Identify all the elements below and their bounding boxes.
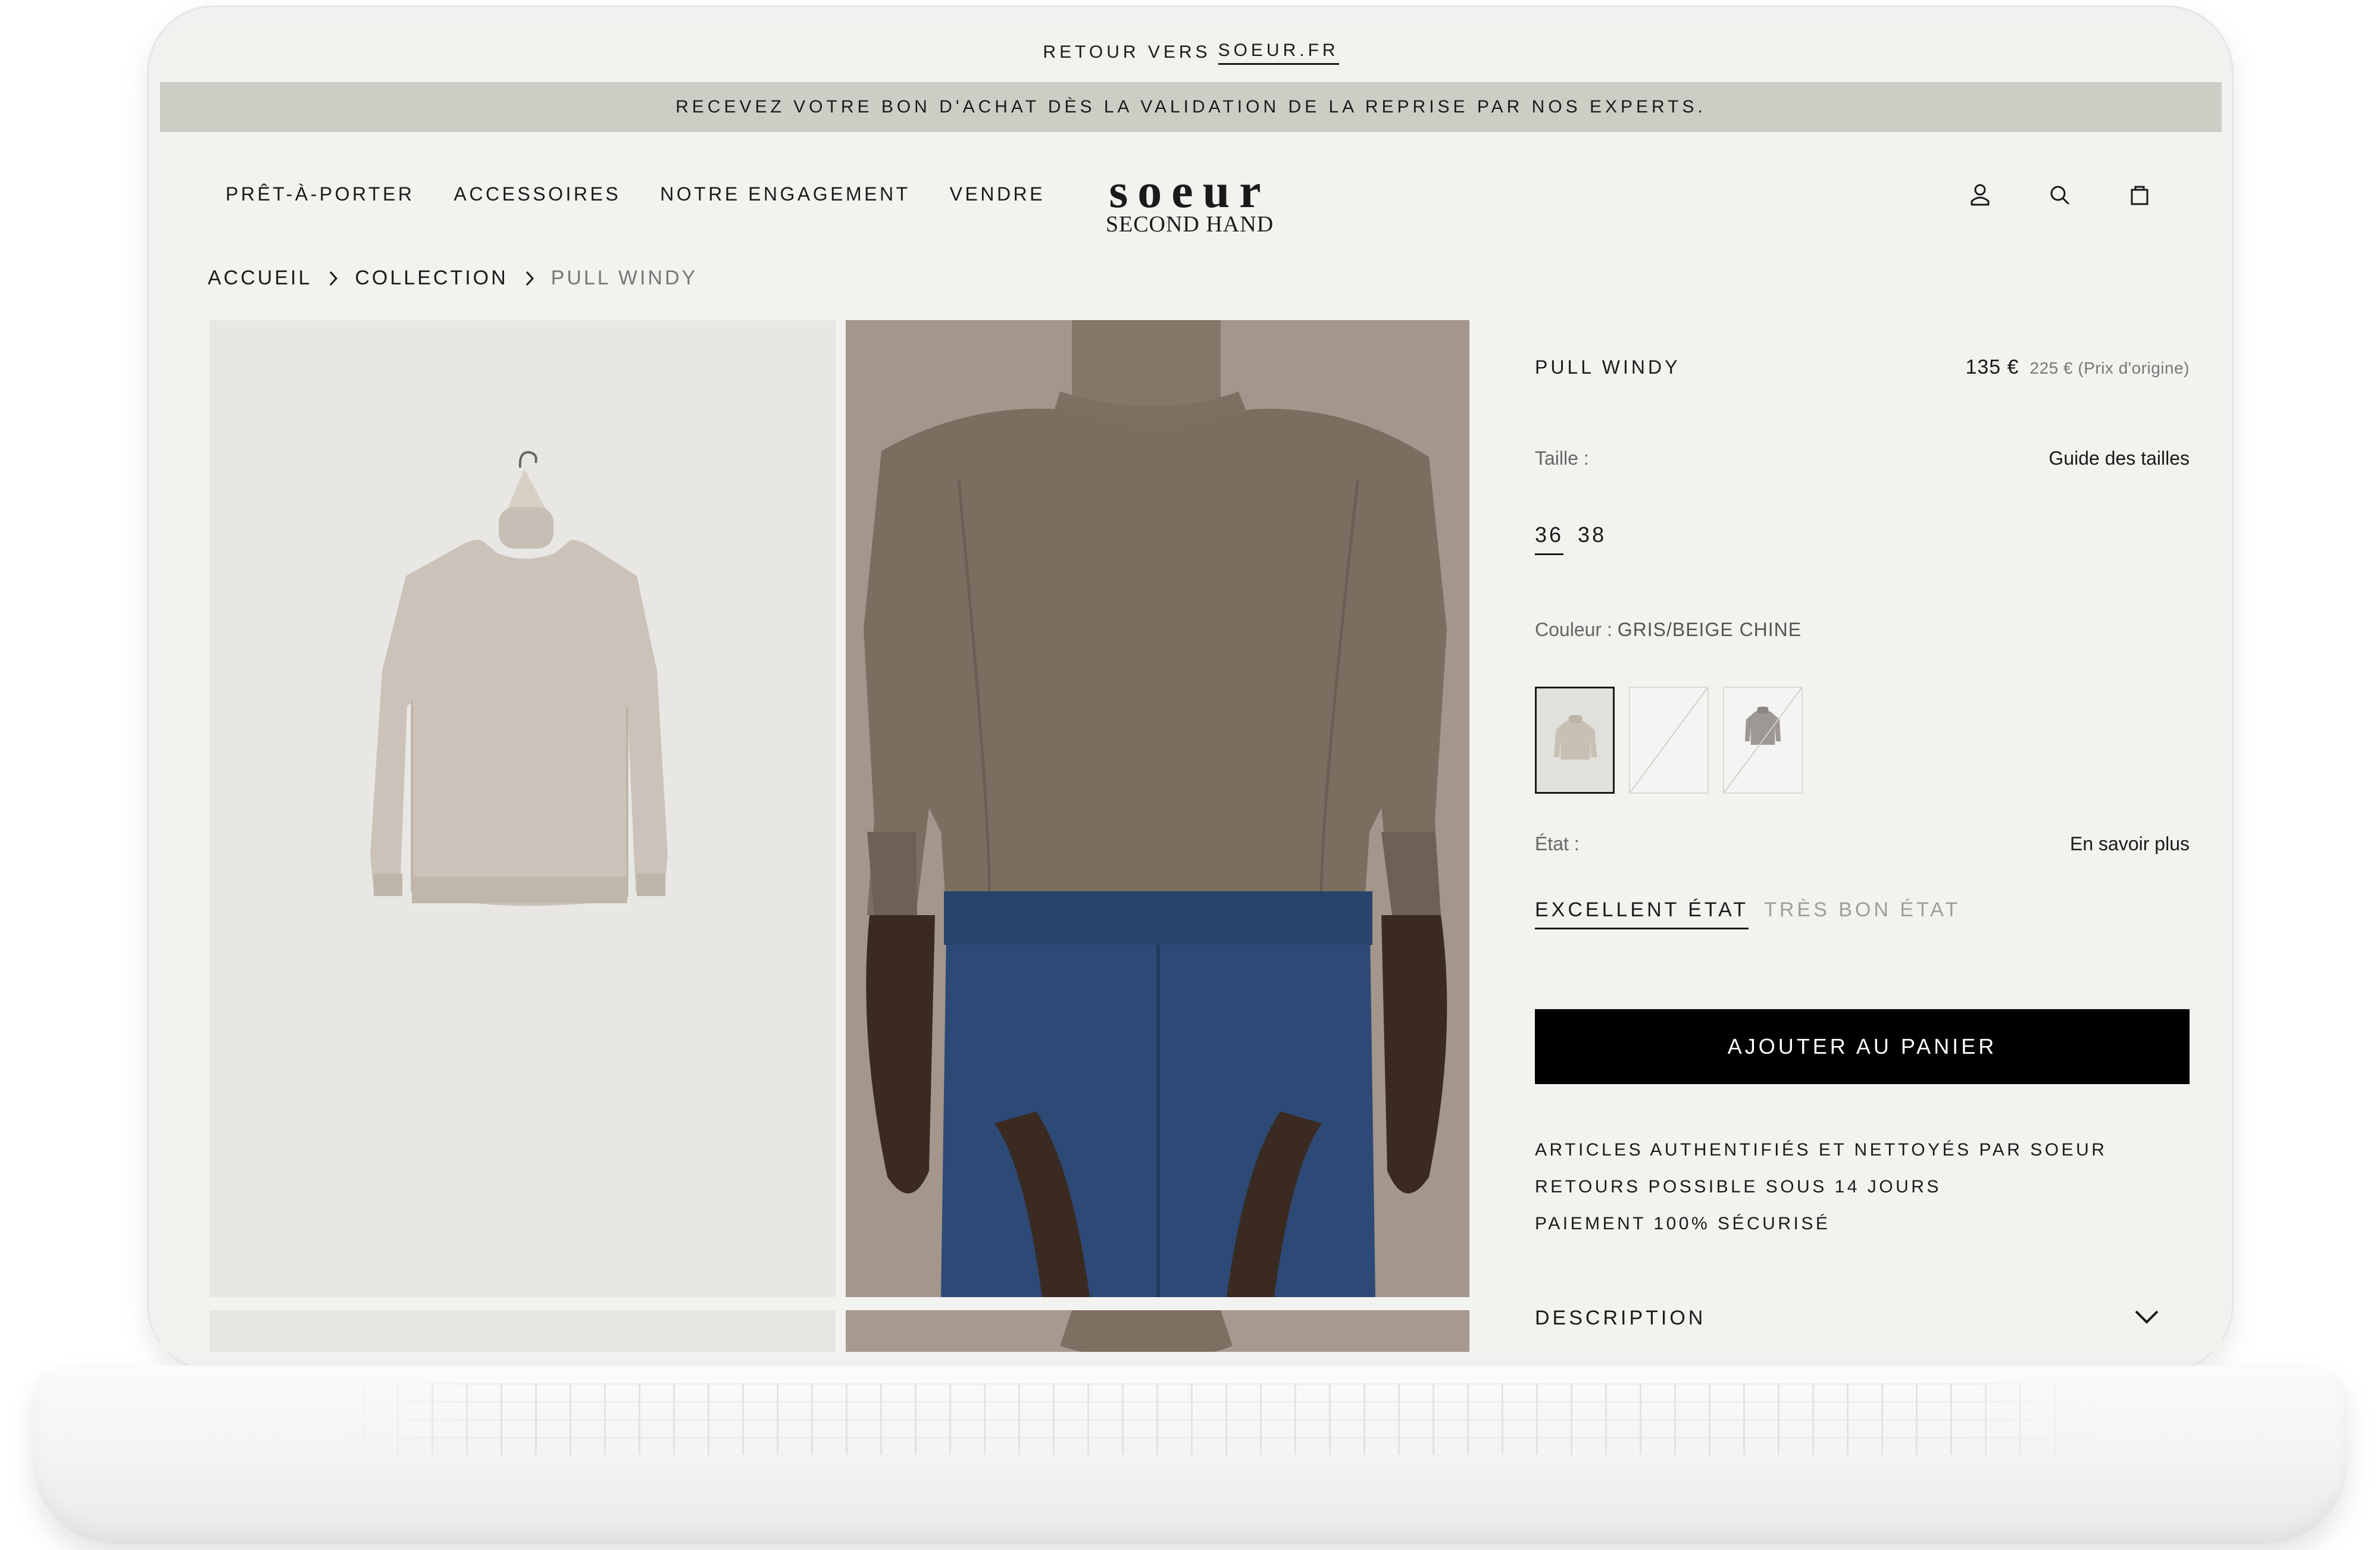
color-value: GRIS/BEIGE CHINE [1617,619,1802,640]
unavailable-slash-icon [1724,688,1802,793]
promo-text: RECEVEZ VOTRE BON D'ACHAT DÈS LA VALIDAT… [675,97,1706,117]
description-accordion[interactable]: DESCRIPTION [1535,1302,2190,1352]
return-link[interactable]: SOEUR.FR [1218,40,1339,65]
return-text: RETOUR VERS [1043,42,1211,62]
color-swatch-gris-unavailable[interactable] [1723,687,1803,794]
product-original-price: 225 € (Prix d'origine) [2029,359,2190,377]
size-options: 36 38 [1535,522,1606,555]
product-name: PULL WINDY [1535,356,1681,378]
unavailable-slash-icon [1630,688,1707,793]
nav-link-vendre[interactable]: VENDRE [950,183,1045,205]
breadcrumb-home[interactable]: ACCUEIL [208,267,312,290]
logo-subtitle: SECOND HAND [1105,212,1274,237]
site-logo[interactable]: soeur SECOND HAND [1089,167,1291,236]
laptop-keyboard [342,1383,2098,1455]
product-header: PULL WINDY 135 € 225 € (Prix d'origine) [1535,356,2190,379]
size-header: Taille : Guide des tailles [1535,447,2190,469]
product-image-hanger[interactable] [209,320,836,1297]
size-guide-link[interactable]: Guide des tailles [2049,447,2190,469]
condition-label: État : [1535,833,1580,854]
assurances-list: ARTICLES AUTHENTIFIÉS ET NETTOYÉS PAR SO… [1535,1132,2107,1242]
product-image-4[interactable] [846,1310,1469,1352]
chevron-right-icon [524,270,536,287]
nav-link-accessoires[interactable]: ACCESSOIRES [454,183,621,205]
size-option-36[interactable]: 36 [1535,522,1564,555]
color-header: Couleur : GRIS/BEIGE CHINE [1535,619,2190,641]
return-bar: RETOUR VERS SOEUR.FR [160,24,2222,81]
condition-option-tres-bon[interactable]: TRÈS BON ÉTAT [1764,898,1960,929]
assurance-item: RETOURS POSSIBLE SOUS 14 JOURS [1535,1177,1941,1197]
chevron-right-icon [327,270,339,287]
color-label: Couleur : GRIS/BEIGE CHINE [1535,619,1802,641]
nav-link-pret-a-porter[interactable]: PRÊT-À-PORTER [226,183,415,205]
main-nav: PRÊT-À-PORTER ACCESSOIRES NOTRE ENGAGEME… [160,161,2222,244]
bag-icon[interactable] [2123,179,2156,212]
nav-icons [1963,179,2156,212]
nav-link-notre-engagement[interactable]: NOTRE ENGAGEMENT [660,183,910,205]
color-swatch-gris-beige[interactable] [1535,687,1615,794]
model-photo-illustration [846,320,1469,1297]
breadcrumb-current: PULL WINDY [551,267,698,289]
chevron-down-icon[interactable] [2134,1308,2160,1329]
product-price: 135 € [1965,356,2019,378]
account-icon[interactable] [1963,179,1997,212]
breadcrumb-collection[interactable]: COLLECTION [355,267,508,290]
assurance-item: PAIEMENT 100% SÉCURISÉ [1535,1214,1831,1233]
assurance-item: ARTICLES AUTHENTIFIÉS ET NETTOYÉS PAR SO… [1535,1140,2107,1160]
sweater-hanger-illustration [370,450,668,906]
condition-option-excellent[interactable]: EXCELLENT ÉTAT [1535,898,1749,929]
size-label: Taille : [1535,447,1589,469]
add-to-cart-button[interactable]: AJOUTER AU PANIER [1535,1009,2190,1084]
search-icon[interactable] [2043,179,2076,212]
condition-info-link[interactable]: En savoir plus [2070,833,2190,855]
description-title: DESCRIPTION [1535,1307,1706,1329]
breadcrumb: ACCUEIL COLLECTION PULL WINDY [208,267,698,290]
color-swatch-unavailable[interactable] [1629,687,1709,794]
condition-options: EXCELLENT ÉTAT TRÈS BON ÉTAT [1535,898,1960,929]
nav-links: PRÊT-À-PORTER ACCESSOIRES NOTRE ENGAGEME… [226,183,1045,205]
color-swatches [1535,687,1803,794]
color-label-text: Couleur : [1535,619,1612,640]
size-option-38[interactable]: 38 [1578,522,1606,555]
product-image-model[interactable] [846,320,1469,1297]
promo-banner: RECEVEZ VOTRE BON D'ACHAT DÈS LA VALIDAT… [160,82,2222,132]
swatch-sweater-icon [1553,715,1597,760]
logo-wordmark: soeur [1109,164,1271,218]
model-photo-illustration-2 [1060,1310,1233,1352]
laptop-base [33,1366,2348,1544]
browser-viewport: RETOUR VERS SOEUR.FR RECEVEZ VOTRE BON D… [160,24,2222,1352]
product-details: PULL WINDY 135 € 225 € (Prix d'origine) T… [1535,320,2190,1352]
condition-header: État : En savoir plus [1535,833,2190,855]
product-image-3[interactable] [209,1310,836,1352]
